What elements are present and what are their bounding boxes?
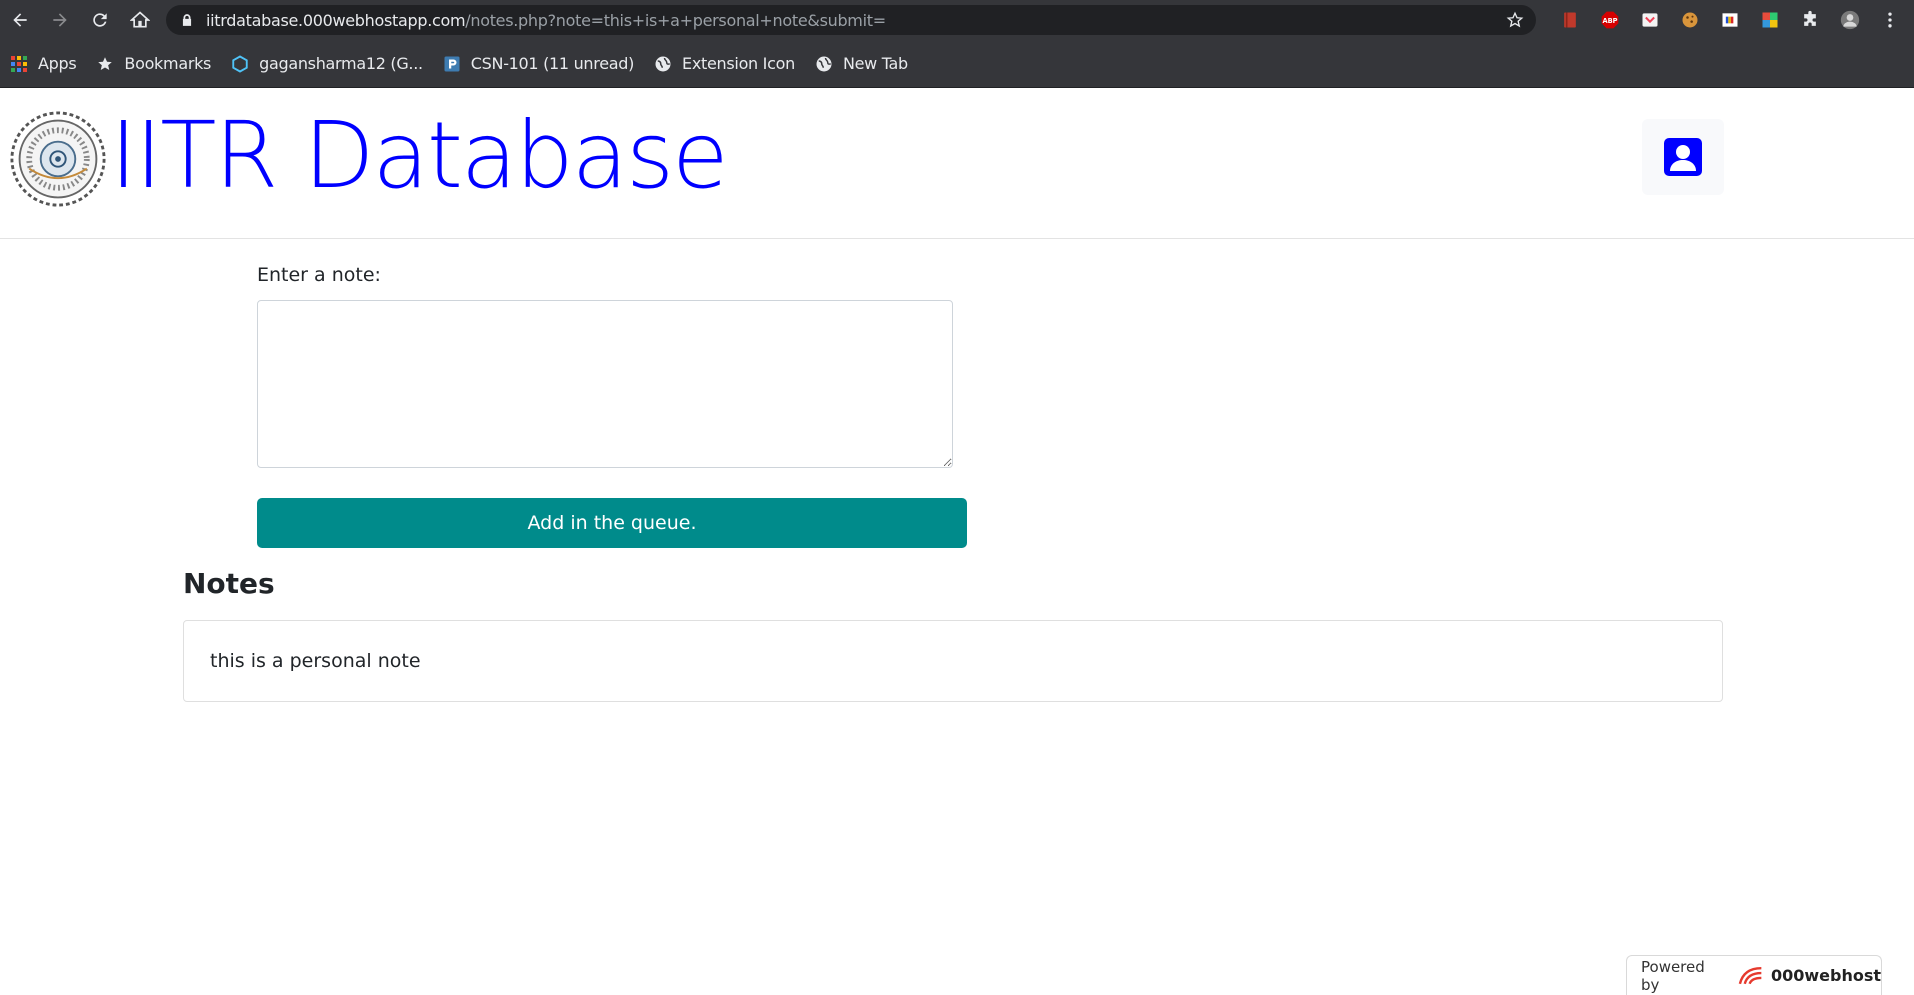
note-card: this is a personal note <box>183 620 1723 702</box>
menu-kebab-icon[interactable] <box>1870 0 1910 40</box>
note-text: this is a personal note <box>210 650 421 672</box>
000webhost-logo-icon <box>1738 966 1762 984</box>
bookmark-label: New Tab <box>842 54 908 73</box>
puzzle-icon[interactable] <box>1790 0 1830 40</box>
cookie-icon[interactable] <box>1670 0 1710 40</box>
bookmark-gagansharma[interactable]: gagansharma12 (G... <box>229 50 433 78</box>
address-bar[interactable]: iitrdatabase.000webhostapp.com/notes.php… <box>166 5 1536 35</box>
forward-button[interactable] <box>40 0 80 40</box>
note-label: Enter a note: <box>257 264 381 286</box>
site-header: IITR Database <box>0 89 1914 239</box>
adblock-plus-icon[interactable]: ABP <box>1590 0 1630 40</box>
web-page: IITR Database Enter a note: Add in the q… <box>0 89 1914 995</box>
profile-avatar-icon[interactable] <box>1830 0 1870 40</box>
bookmark-label: Extension Icon <box>682 54 795 73</box>
bookmark-bookmarks[interactable]: Bookmarks <box>94 50 221 78</box>
iitr-logo-icon <box>10 111 106 207</box>
user-profile-icon <box>1664 138 1702 176</box>
bookmarks-bar: Apps Bookmarks gagansharma12 (G... CSN-1… <box>0 40 1914 88</box>
arrow-left-icon <box>13 13 27 27</box>
globe-icon <box>815 55 833 73</box>
reload-icon <box>93 13 107 27</box>
powered-by-brand: 000webhost <box>1770 966 1881 985</box>
hexagon-icon <box>231 54 249 73</box>
site-title[interactable]: IITR Database <box>110 101 729 211</box>
bookmark-extension-icon[interactable]: Extension Icon <box>652 50 805 78</box>
powered-by-badge[interactable]: Powered by 000webhost <box>1626 955 1882 995</box>
back-button[interactable] <box>0 0 40 40</box>
bookmark-label: Bookmarks <box>124 54 212 73</box>
bookmark-apps[interactable]: Apps <box>8 50 86 78</box>
home-icon <box>130 11 150 28</box>
add-to-queue-button[interactable]: Add in the queue. <box>257 498 967 548</box>
bookmark-label: gagansharma12 (G... <box>259 54 423 73</box>
extensions-area: ABP <box>1550 0 1910 40</box>
svg-text:ABP: ABP <box>1602 17 1617 25</box>
url-text: iitrdatabase.000webhostapp.com/notes.php… <box>206 11 886 30</box>
pocket-icon[interactable] <box>1630 0 1670 40</box>
bookmark-csn101[interactable]: CSN-101 (11 unread) <box>441 50 644 78</box>
powered-by-label: Powered by <box>1641 957 1705 994</box>
bookmark-new-tab[interactable]: New Tab <box>813 50 918 78</box>
palette-extension-icon[interactable] <box>1750 0 1790 40</box>
url-path: /notes.php?note=this+is+a+personal+note&… <box>465 10 886 30</box>
home-button[interactable] <box>120 0 160 40</box>
flag-extension-icon[interactable] <box>1710 0 1750 40</box>
book-extension-icon[interactable] <box>1550 0 1590 40</box>
note-textarea[interactable] <box>257 300 953 468</box>
star-icon <box>96 55 114 73</box>
url-host: iitrdatabase.000webhostapp.com <box>206 10 466 30</box>
profile-button[interactable] <box>1642 119 1724 195</box>
lock-icon <box>182 14 192 26</box>
piazza-icon <box>443 55 461 73</box>
browser-toolbar: iitrdatabase.000webhostapp.com/notes.php… <box>0 0 1914 40</box>
arrow-right-icon <box>53 13 67 27</box>
notes-heading: Notes <box>183 567 275 600</box>
bookmark-label: CSN-101 (11 unread) <box>470 54 635 73</box>
globe-icon <box>654 55 672 73</box>
apps-grid-icon <box>10 55 28 73</box>
bookmark-star-icon[interactable] <box>1506 11 1524 29</box>
bookmark-label: Apps <box>38 54 77 73</box>
note-form: Enter a note: Add in the queue. <box>257 264 967 548</box>
reload-button[interactable] <box>80 0 120 40</box>
